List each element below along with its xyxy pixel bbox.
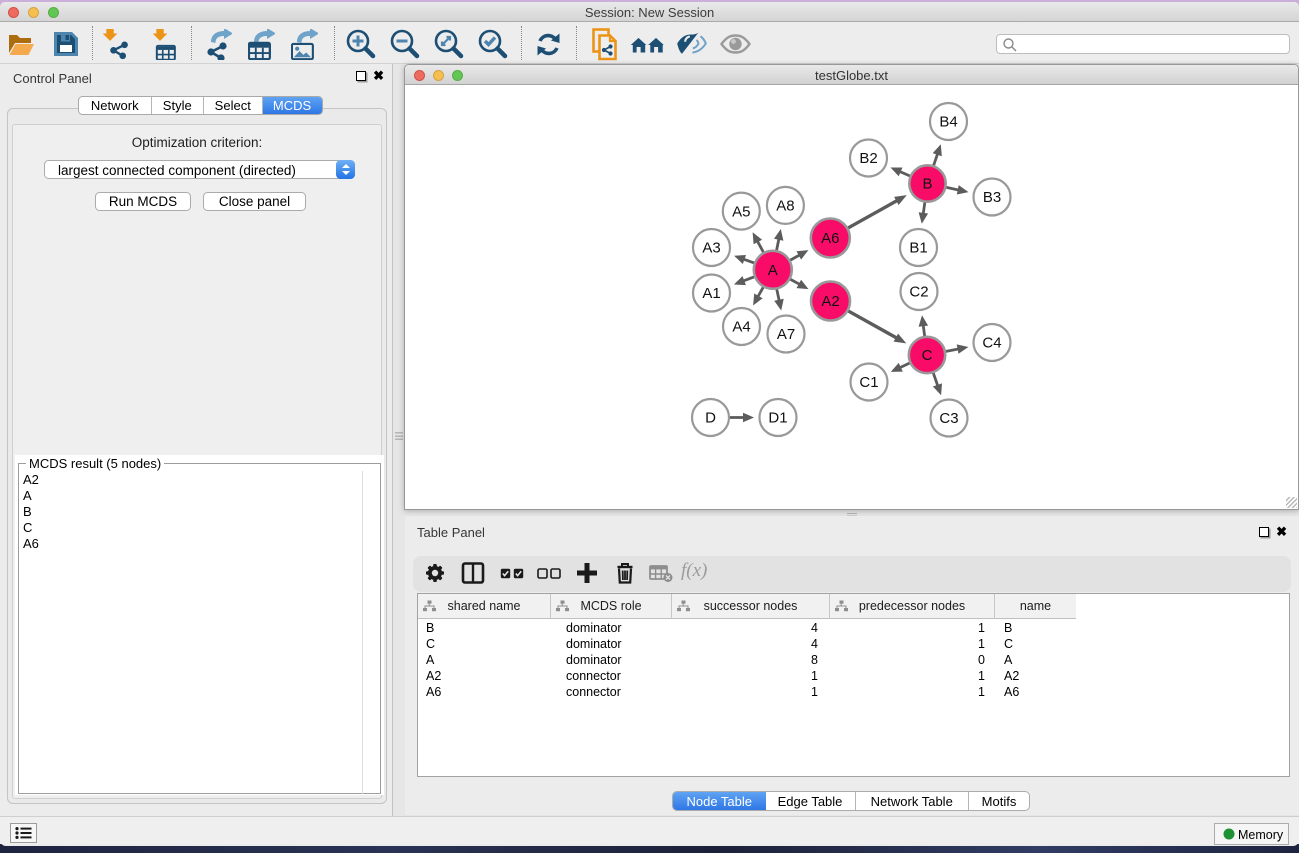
svg-text:A3: A3: [702, 240, 720, 257]
svg-text:B2: B2: [859, 150, 877, 167]
svg-text:A4: A4: [732, 319, 750, 336]
svg-text:A7: A7: [777, 326, 795, 343]
svg-text:B4: B4: [939, 114, 957, 131]
svg-text:B3: B3: [983, 189, 1001, 206]
svg-text:C4: C4: [982, 335, 1001, 352]
svg-text:D1: D1: [768, 410, 787, 427]
svg-text:A: A: [768, 262, 778, 279]
svg-text:A2: A2: [821, 293, 839, 310]
svg-text:A6: A6: [821, 230, 839, 247]
svg-text:A5: A5: [732, 203, 750, 220]
svg-text:C3: C3: [939, 410, 958, 427]
svg-text:C1: C1: [859, 374, 878, 391]
svg-text:A1: A1: [702, 285, 720, 302]
svg-text:D: D: [705, 410, 716, 427]
svg-text:A8: A8: [776, 198, 794, 215]
svg-text:C: C: [922, 347, 933, 364]
svg-text:B1: B1: [909, 240, 927, 257]
svg-text:B: B: [922, 176, 932, 193]
svg-text:C2: C2: [909, 284, 928, 301]
